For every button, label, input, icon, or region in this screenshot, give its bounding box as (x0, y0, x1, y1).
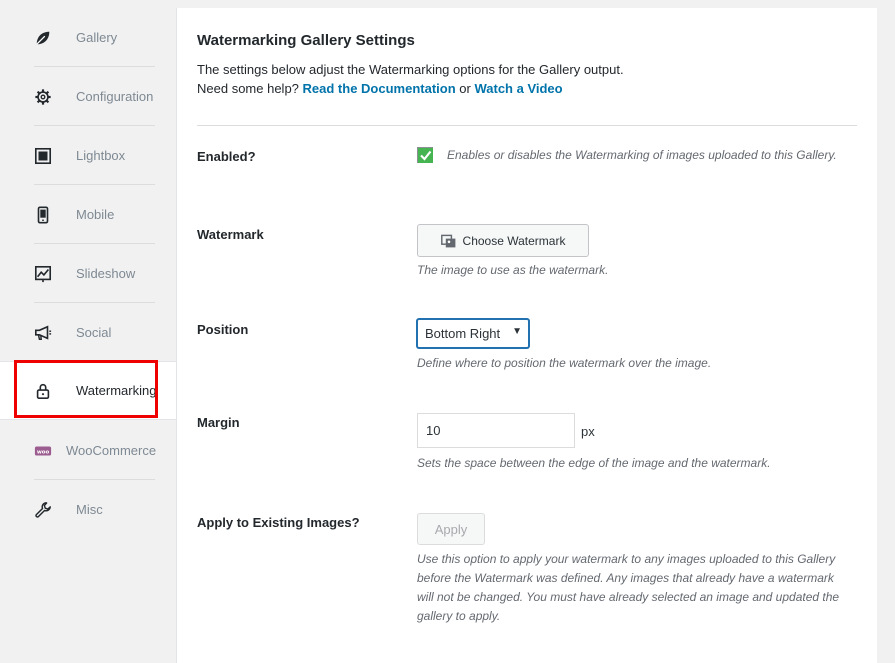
margin-input[interactable]: 10 (417, 413, 575, 448)
megaphone-icon (16, 324, 62, 342)
sidebar-item-label: Watermarking (76, 383, 157, 398)
watermark-label: Watermark (197, 227, 264, 242)
images-icon (440, 234, 455, 247)
settings-sidebar: Gallery Configuration Lightbox Mobile Sl… (0, 0, 176, 663)
mobile-icon (16, 206, 62, 224)
sidebar-item-slideshow[interactable]: Slideshow (16, 244, 155, 303)
video-link[interactable]: Watch a Video (474, 81, 562, 96)
caret-down-icon: ▼ (512, 326, 522, 337)
gear-icon (16, 88, 62, 106)
woo-icon: woo (16, 442, 52, 460)
sidebar-item-mobile[interactable]: Mobile (16, 185, 155, 244)
apply-button[interactable]: Apply (417, 513, 485, 545)
description-text: The settings below adjust the Watermarki… (197, 62, 624, 77)
enabled-label: Enabled? (197, 149, 256, 164)
page-title: Watermarking Gallery Settings (197, 32, 415, 49)
sidebar-item-woocommerce[interactable]: woo WooCommerce (16, 421, 157, 480)
sidebar-item-label: Mobile (76, 207, 115, 222)
documentation-link[interactable]: Read the Documentation (303, 81, 456, 96)
sidebar-item-social[interactable]: Social (16, 303, 155, 362)
watermark-help: The image to use as the watermark. (417, 263, 609, 277)
margin-unit: px (581, 424, 595, 439)
margin-help: Sets the space between the edge of the i… (417, 456, 771, 470)
settings-panel: Watermarking Gallery Settings The settin… (176, 8, 877, 663)
position-label: Position (197, 322, 249, 337)
position-help: Define where to position the watermark o… (417, 356, 712, 370)
margin-label: Margin (197, 415, 240, 430)
svg-text:woo: woo (37, 449, 50, 455)
sidebar-item-gallery[interactable]: Gallery (16, 8, 155, 67)
sidebar-item-label: WooCommerce (66, 443, 157, 458)
chart-icon (16, 265, 62, 283)
sidebar-item-label: Lightbox (76, 148, 126, 163)
apply-label: Apply to Existing Images? (197, 515, 360, 530)
sidebar-item-watermarking[interactable]: Watermarking (0, 361, 176, 420)
help-prefix: Need some help? (197, 81, 299, 96)
sidebar-item-label: Social (76, 325, 112, 340)
enabled-help: Enables or disables the Watermarking of … (447, 148, 837, 162)
divider (197, 125, 857, 126)
or-text: or (459, 81, 471, 96)
sidebar-item-label: Configuration (76, 89, 154, 104)
sidebar-item-label: Slideshow (76, 266, 136, 281)
position-select[interactable]: Bottom Right ▼ (417, 319, 529, 348)
choose-watermark-label: Choose Watermark (462, 233, 566, 248)
position-selected-value: Bottom Right (425, 326, 501, 341)
sidebar-item-label: Misc (76, 502, 103, 517)
page-description: The settings below adjust the Watermarki… (197, 60, 624, 98)
sidebar-item-lightbox[interactable]: Lightbox (16, 126, 155, 185)
sidebar-item-configuration[interactable]: Configuration (16, 67, 155, 126)
sidebar-item-misc[interactable]: Misc (16, 480, 155, 539)
choose-watermark-button[interactable]: Choose Watermark (417, 224, 589, 257)
lightbox-icon (16, 147, 62, 165)
leaf-icon (16, 29, 62, 47)
apply-help: Use this option to apply your watermark … (417, 552, 840, 623)
wrench-icon (16, 501, 62, 519)
lock-icon (0, 382, 62, 400)
sidebar-item-label: Gallery (76, 30, 118, 45)
